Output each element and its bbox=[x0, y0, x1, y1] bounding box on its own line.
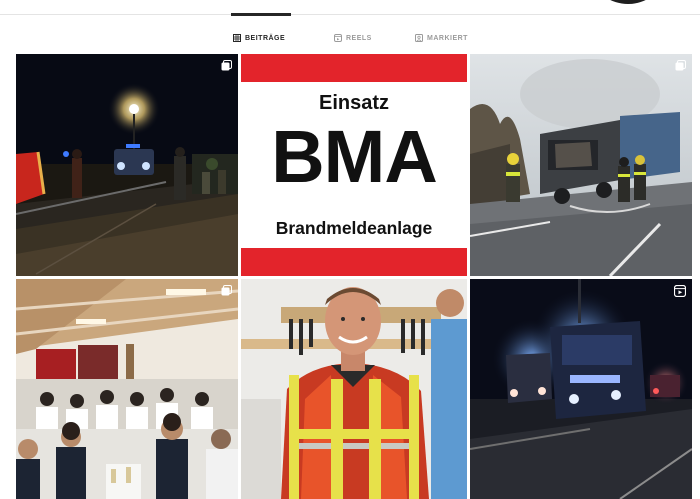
tab-markiert[interactable]: MARKIERT bbox=[415, 32, 468, 44]
multi-post-icon bbox=[675, 60, 686, 71]
tab-label: MARKIERT bbox=[427, 34, 468, 42]
tagged-icon bbox=[415, 34, 423, 42]
night-fire-trucks-scene bbox=[470, 279, 692, 499]
post-title: BMA bbox=[271, 115, 438, 198]
post-heading: Einsatz bbox=[318, 92, 390, 114]
posts-grid: Einsatz BMA Brandmeldeanlage bbox=[16, 54, 692, 499]
profile-picture-edge bbox=[596, 0, 660, 4]
profile-tab-bar: BEITRÄGE REELS MARKIERT bbox=[0, 13, 700, 47]
tab-label: BEITRÄGE bbox=[245, 34, 286, 42]
red-banner-top bbox=[241, 54, 467, 82]
tab-label: REELS bbox=[346, 34, 372, 42]
banquet-hall-scene bbox=[16, 279, 238, 499]
night-accident-scene bbox=[16, 54, 238, 276]
grid-icon bbox=[233, 34, 241, 42]
post-tile-einsatz-bma[interactable]: Einsatz BMA Brandmeldeanlage bbox=[241, 54, 467, 276]
multi-post-icon bbox=[221, 60, 232, 71]
red-banner-bottom bbox=[241, 248, 467, 276]
post-tile-burned-truck[interactable] bbox=[470, 54, 692, 276]
post-tile-night-fire-trucks[interactable] bbox=[470, 279, 692, 499]
post-tile-night-accident[interactable] bbox=[16, 54, 238, 276]
tab-beitraege[interactable]: BEITRÄGE bbox=[233, 32, 285, 44]
reels-icon bbox=[334, 34, 342, 42]
post-tile-firefighter-portrait[interactable] bbox=[241, 279, 467, 499]
burned-truck-scene bbox=[470, 54, 692, 276]
post-subtitle: Brandmeldeanlage bbox=[275, 218, 433, 238]
post-tile-banquet-hall[interactable] bbox=[16, 279, 238, 499]
multi-post-icon bbox=[221, 285, 232, 296]
reel-icon bbox=[674, 285, 686, 297]
firefighter-portrait bbox=[241, 279, 467, 499]
active-tab-indicator bbox=[231, 13, 291, 16]
tab-reels[interactable]: REELS bbox=[334, 32, 372, 44]
